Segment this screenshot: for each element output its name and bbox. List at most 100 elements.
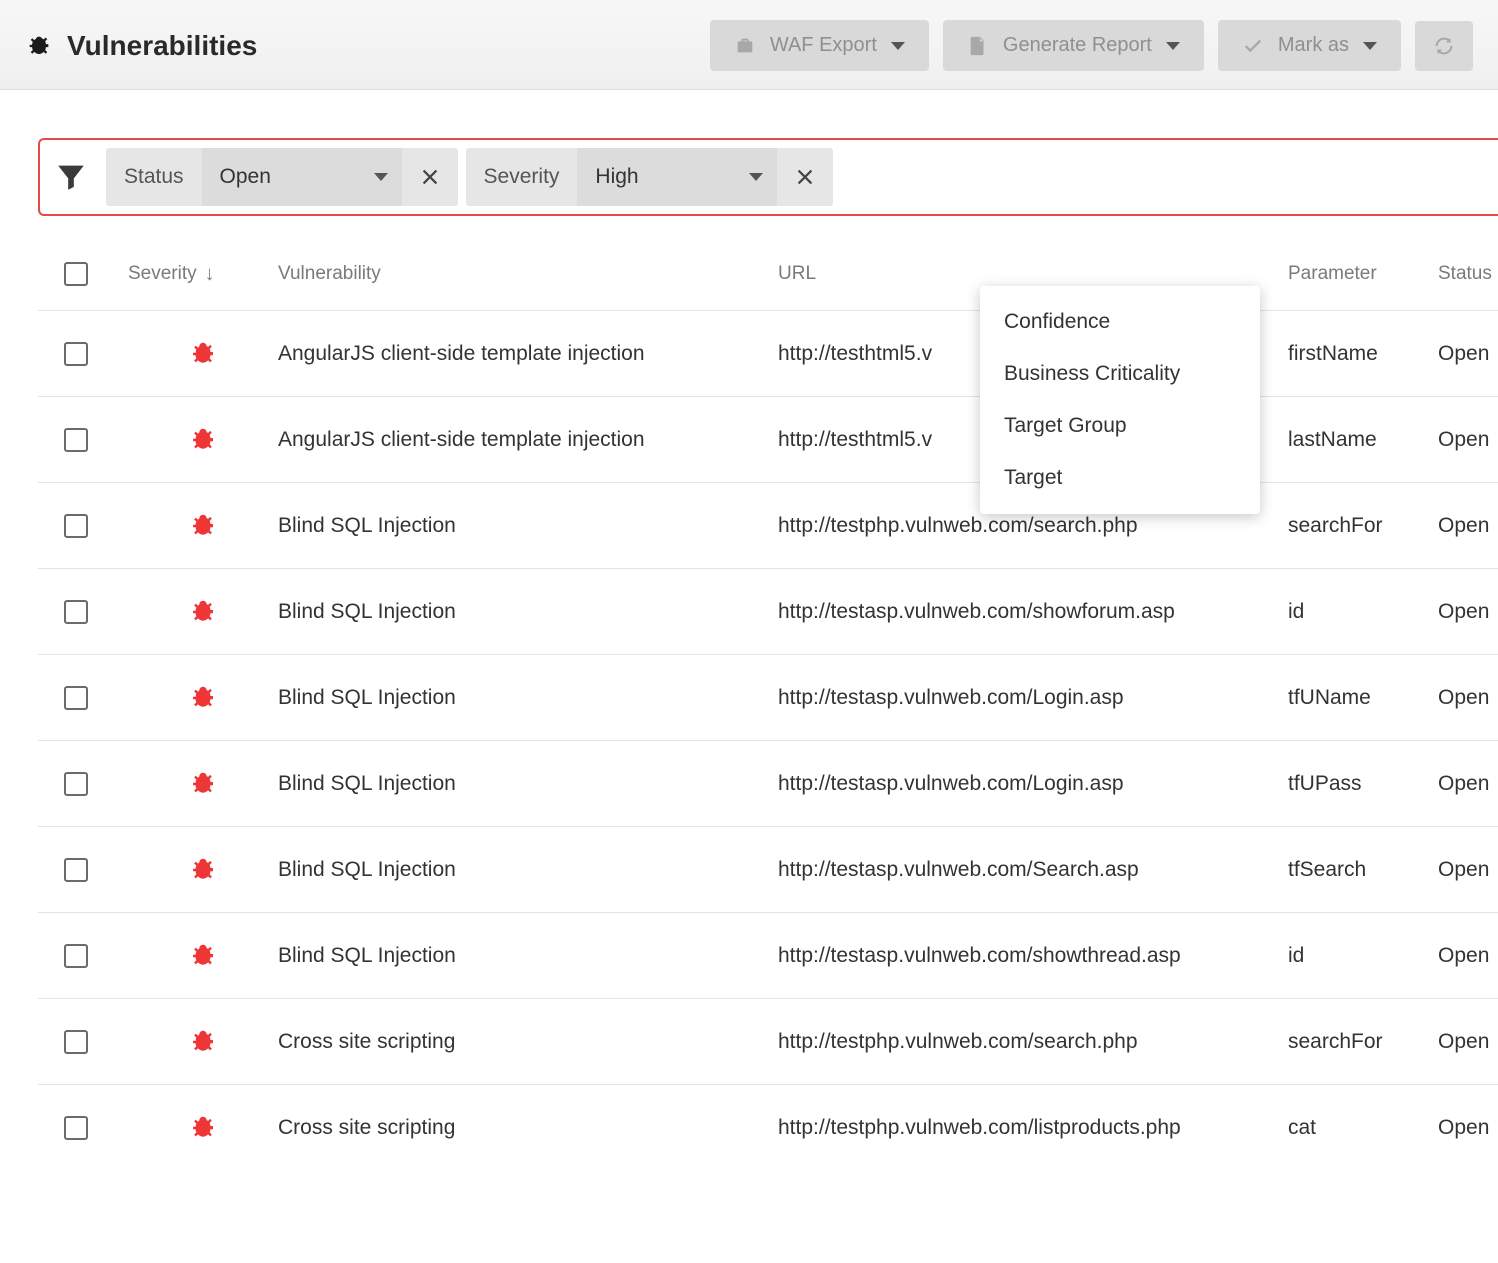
parameter-cell: id [1288,944,1438,968]
parameter-cell: tfSearch [1288,858,1438,882]
page-title: Vulnerabilities [25,30,257,62]
col-vulnerability[interactable]: Vulnerability [278,263,778,285]
table-body: AngularJS client-side template injection… [38,310,1498,1170]
url-cell: http://testasp.vulnweb.com/Login.asp [778,686,1288,710]
severity-cell [128,1113,278,1143]
bug-icon [188,769,218,799]
severity-cell [128,1027,278,1057]
col-url[interactable]: URL [778,263,1288,285]
table-row[interactable]: Blind SQL Injectionhttp://testasp.vulnwe… [38,654,1498,740]
vulnerabilities-table: Severity ↓ Vulnerability URL Parameter S… [38,252,1498,1170]
vulnerability-cell: Cross site scripting [278,1116,778,1140]
table-row[interactable]: AngularJS client-side template injection… [38,396,1498,482]
filter-icon [54,160,88,194]
status-cell: Open [1438,1116,1498,1140]
row-checkbox[interactable] [64,772,88,796]
table-row[interactable]: Cross site scriptinghttp://testphp.vulnw… [38,1084,1498,1170]
vulnerability-cell: Cross site scripting [278,1030,778,1054]
filter-severity-label: Severity [466,165,578,189]
waf-export-label: WAF Export [770,34,877,57]
filter-pill-severity: Severity High [466,148,834,206]
chevron-down-icon [1166,42,1180,50]
severity-cell [128,683,278,713]
mark-as-label: Mark as [1278,34,1349,57]
col-parameter[interactable]: Parameter [1288,263,1438,285]
severity-cell [128,855,278,885]
check-icon [1242,35,1264,57]
row-checkbox[interactable] [64,1030,88,1054]
dropdown-item-target-group[interactable]: Target Group [980,400,1260,452]
dropdown-item-confidence[interactable]: Confidence [980,296,1260,348]
table-row[interactable]: Blind SQL Injectionhttp://testasp.vulnwe… [38,912,1498,998]
table-row[interactable]: Blind SQL Injectionhttp://testasp.vulnwe… [38,740,1498,826]
dropdown-item-target[interactable]: Target [980,452,1260,504]
refresh-button[interactable] [1415,21,1473,71]
close-icon [419,166,441,188]
filter-severity-remove[interactable] [777,148,833,206]
select-all-checkbox[interactable] [64,262,88,286]
parameter-cell: id [1288,600,1438,624]
waf-export-button[interactable]: WAF Export [710,20,929,71]
generate-report-button[interactable]: Generate Report [943,20,1204,71]
row-checkbox[interactable] [64,514,88,538]
mark-as-button[interactable]: Mark as [1218,20,1401,71]
status-cell: Open [1438,428,1498,452]
parameter-cell: firstName [1288,342,1438,366]
vulnerability-cell: Blind SQL Injection [278,944,778,968]
col-severity[interactable]: Severity ↓ [128,263,278,286]
url-cell: http://testasp.vulnweb.com/Search.asp [778,858,1288,882]
generate-report-label: Generate Report [1003,34,1152,57]
status-cell: Open [1438,772,1498,796]
vulnerability-cell: Blind SQL Injection [278,858,778,882]
vulnerability-cell: Blind SQL Injection [278,686,778,710]
parameter-cell: searchFor [1288,1030,1438,1054]
table-row[interactable]: AngularJS client-side template injection… [38,310,1498,396]
filter-status-remove[interactable] [402,148,458,206]
row-checkbox[interactable] [64,858,88,882]
row-checkbox[interactable] [64,342,88,366]
severity-cell [128,425,278,455]
filter-status-value: Open [220,165,271,189]
dropdown-item-business-criticality[interactable]: Business Criticality [980,348,1260,400]
table-row[interactable]: Cross site scriptinghttp://testphp.vulnw… [38,998,1498,1084]
content-area: Status Open Severity High Confidence Bus… [0,90,1498,1170]
parameter-cell: searchFor [1288,514,1438,538]
page-title-text: Vulnerabilities [67,30,257,62]
parameter-cell: cat [1288,1116,1438,1140]
row-checkbox[interactable] [64,600,88,624]
row-checkbox[interactable] [64,428,88,452]
filter-severity-value: High [595,165,638,189]
sort-desc-icon: ↓ [205,263,215,286]
col-severity-label: Severity [128,263,197,285]
vulnerability-cell: Blind SQL Injection [278,600,778,624]
parameter-cell: tfUPass [1288,772,1438,796]
row-checkbox[interactable] [64,1116,88,1140]
severity-cell [128,941,278,971]
row-checkbox[interactable] [64,686,88,710]
top-toolbar: Vulnerabilities WAF Export Generate Repo… [0,0,1498,90]
vulnerability-cell: Blind SQL Injection [278,514,778,538]
table-row[interactable]: Blind SQL Injectionhttp://testasp.vulnwe… [38,568,1498,654]
briefcase-icon [734,35,756,57]
status-cell: Open [1438,600,1498,624]
chevron-down-icon [1363,42,1377,50]
document-icon [967,35,989,57]
url-cell: http://testphp.vulnweb.com/search.php [778,1030,1288,1054]
bug-icon [188,941,218,971]
status-cell: Open [1438,342,1498,366]
status-cell: Open [1438,1030,1498,1054]
row-checkbox[interactable] [64,944,88,968]
vulnerability-cell: Blind SQL Injection [278,772,778,796]
bug-icon [188,1027,218,1057]
filter-status-select[interactable]: Open [202,148,402,206]
bug-icon [188,683,218,713]
bug-icon [188,511,218,541]
table-row[interactable]: Blind SQL Injectionhttp://testphp.vulnwe… [38,482,1498,568]
bug-icon [188,425,218,455]
table-row[interactable]: Blind SQL Injectionhttp://testasp.vulnwe… [38,826,1498,912]
filter-severity-select[interactable]: High [577,148,777,206]
bug-icon [188,339,218,369]
bug-icon [188,1113,218,1143]
col-status[interactable]: Status [1438,263,1498,285]
chevron-down-icon [749,173,763,181]
